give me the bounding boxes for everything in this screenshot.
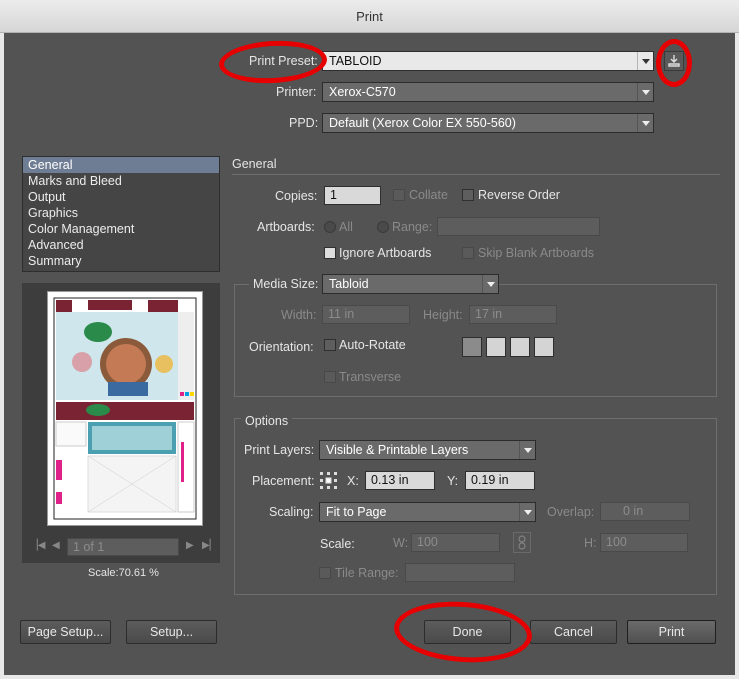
orientation-landscape-flipped-icon[interactable]	[534, 337, 554, 357]
all-label: All	[339, 220, 353, 234]
last-page-icon[interactable]: ▶▏	[202, 540, 217, 551]
reverse-order-label: Reverse Order	[478, 188, 560, 202]
chevron-down-icon	[482, 275, 498, 293]
x-label: X:	[347, 474, 359, 488]
y-label: Y:	[447, 474, 459, 488]
transverse-checkbox[interactable]	[324, 371, 336, 383]
ppd-select[interactable]: Default (Xerox Color EX 550-560)	[322, 113, 654, 133]
preview-scale-text: Scale:70.61 %	[88, 567, 159, 579]
tile-range-label: Tile Range:	[335, 566, 399, 580]
width-field[interactable]: 11 in	[322, 305, 410, 324]
collate-checkbox[interactable]	[393, 189, 405, 201]
placement-y-field[interactable]: 0.19 in	[465, 471, 535, 490]
w-label: W:	[393, 536, 409, 550]
print-preset-value: TABLOID	[329, 54, 382, 68]
sidebar-item-marks-and-bleed[interactable]: Marks and Bleed	[23, 173, 219, 189]
auto-rotate-checkbox[interactable]	[324, 339, 336, 351]
artboards-label: Artboards:	[257, 220, 315, 234]
media-size-value: Tabloid	[329, 277, 369, 291]
skip-blank-checkbox[interactable]	[462, 247, 474, 259]
scale-width-field[interactable]: 100	[411, 533, 500, 552]
orientation-label: Orientation:	[249, 340, 314, 354]
printer-label: Printer:	[276, 85, 317, 99]
ignore-artboards-checkbox[interactable]	[324, 247, 336, 259]
ppd-value: Default (Xerox Color EX 550-560)	[329, 116, 516, 130]
chevron-down-icon	[637, 114, 653, 132]
first-page-icon[interactable]: ▕◀	[30, 540, 45, 551]
print-button[interactable]: Print	[627, 620, 716, 644]
range-field[interactable]	[437, 217, 600, 236]
skip-blank-label: Skip Blank Artboards	[478, 246, 595, 260]
chevron-down-icon	[637, 52, 653, 70]
print-dialog: Print Preset: TABLOID Printer: Xerox-C57…	[4, 33, 735, 675]
media-size-select[interactable]: Tabloid	[322, 274, 499, 294]
h-label: H:	[584, 536, 597, 550]
media-size-label: Media Size:	[249, 277, 323, 291]
transverse-label: Transverse	[339, 370, 402, 384]
collate-label: Collate	[409, 188, 448, 202]
chevron-down-icon	[637, 83, 653, 101]
preview-artwork-image	[53, 297, 197, 520]
height-field[interactable]: 17 in	[469, 305, 557, 324]
page-setup-button[interactable]: Page Setup...	[20, 620, 111, 644]
all-artboards-radio[interactable]	[324, 221, 336, 233]
setup-button[interactable]: Setup...	[126, 620, 217, 644]
orientation-portrait-icon[interactable]	[462, 337, 482, 357]
printer-value: Xerox-C570	[329, 85, 396, 99]
chevron-down-icon	[519, 441, 535, 459]
chevron-down-icon	[519, 503, 535, 521]
annotation-circle-preset	[217, 38, 329, 86]
annotation-circle-save-icon	[656, 39, 692, 87]
printer-select[interactable]: Xerox-C570	[322, 82, 654, 102]
constrain-link-icon[interactable]	[513, 532, 531, 553]
print-preview[interactable]: ▕◀ ◀ 1 of 1 ▶ ▶▏	[22, 283, 220, 563]
window-title: Print	[0, 0, 739, 33]
sidebar-item-graphics[interactable]: Graphics	[23, 205, 219, 221]
placement-grid-icon[interactable]	[319, 471, 338, 490]
print-layers-label: Print Layers:	[244, 443, 315, 457]
general-heading: General	[232, 157, 277, 171]
sidebar-item-general[interactable]: General	[23, 157, 219, 173]
preview-page	[47, 291, 203, 526]
range-label: Range:	[392, 220, 433, 234]
sidebar-item-color-management[interactable]: Color Management	[23, 221, 219, 237]
tile-range-field[interactable]	[405, 563, 515, 582]
height-label: Height:	[423, 308, 463, 322]
overlap-field[interactable]: 0 in	[600, 502, 690, 521]
scaling-label: Scaling:	[269, 505, 314, 519]
previous-page-icon[interactable]: ◀	[52, 540, 60, 551]
scaling-select[interactable]: Fit to Page	[319, 502, 536, 522]
copies-field[interactable]: 1	[324, 186, 381, 205]
auto-rotate-label: Auto-Rotate	[339, 338, 406, 352]
divider	[232, 174, 720, 175]
scaling-value: Fit to Page	[326, 505, 387, 519]
options-heading: Options	[241, 414, 293, 428]
print-layers-select[interactable]: Visible & Printable Layers	[319, 440, 536, 460]
annotation-circle-done	[392, 597, 534, 667]
sidebar-item-summary[interactable]: Summary	[23, 253, 219, 269]
cancel-button[interactable]: Cancel	[530, 620, 617, 644]
scale-height-field[interactable]: 100	[600, 533, 688, 552]
overlap-label: Overlap:	[547, 505, 595, 519]
scale-label: Scale:	[320, 537, 355, 551]
orientation-landscape-icon[interactable]	[486, 337, 506, 357]
placement-x-field[interactable]: 0.13 in	[365, 471, 435, 490]
category-list[interactable]: General Marks and Bleed Output Graphics …	[22, 156, 220, 272]
ignore-artboards-label: Ignore Artboards	[339, 246, 432, 260]
copies-label: Copies:	[275, 189, 318, 203]
tile-range-checkbox[interactable]	[319, 567, 331, 579]
range-radio[interactable]	[377, 221, 389, 233]
width-label: Width:	[281, 308, 317, 322]
placement-label: Placement:	[252, 474, 315, 488]
next-page-icon[interactable]: ▶	[186, 540, 194, 551]
print-preset-select[interactable]: TABLOID	[322, 51, 654, 71]
orientation-portrait-flipped-icon[interactable]	[510, 337, 530, 357]
ppd-label: PPD:	[289, 116, 319, 130]
page-number-field[interactable]: 1 of 1	[67, 538, 179, 556]
print-layers-value: Visible & Printable Layers	[326, 443, 469, 457]
sidebar-item-advanced[interactable]: Advanced	[23, 237, 219, 253]
sidebar-item-output[interactable]: Output	[23, 189, 219, 205]
reverse-order-checkbox[interactable]	[462, 189, 474, 201]
